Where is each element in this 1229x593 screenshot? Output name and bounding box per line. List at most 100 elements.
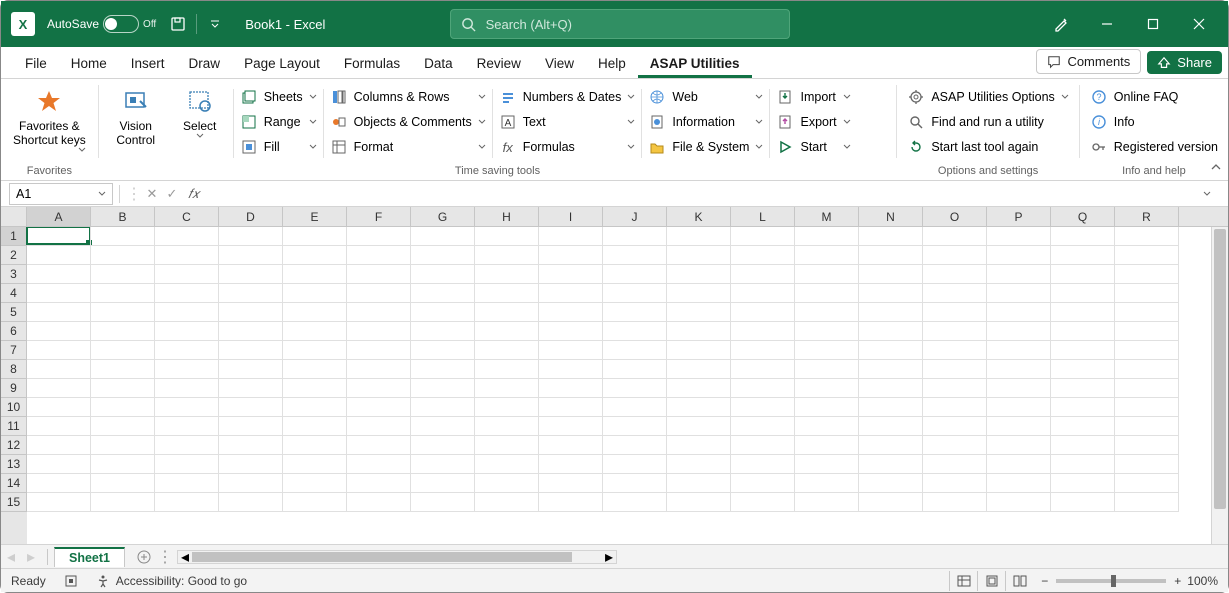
column-header[interactable]: M bbox=[795, 207, 859, 226]
comments-button[interactable]: Comments bbox=[1036, 49, 1141, 74]
close-button[interactable] bbox=[1176, 6, 1222, 42]
column-header[interactable]: G bbox=[411, 207, 475, 226]
row-header[interactable]: 5 bbox=[1, 303, 27, 322]
online-faq-button[interactable]: ?Online FAQ bbox=[1086, 85, 1222, 109]
maximize-button[interactable] bbox=[1130, 6, 1176, 42]
tab-file[interactable]: File bbox=[13, 50, 59, 78]
minimize-button[interactable] bbox=[1084, 6, 1130, 42]
tab-home[interactable]: Home bbox=[59, 50, 119, 78]
tab-data[interactable]: Data bbox=[412, 50, 465, 78]
row-header[interactable]: 2 bbox=[1, 246, 27, 265]
autosave-toggle[interactable] bbox=[103, 15, 139, 33]
asap-options-button[interactable]: ASAP Utilities Options bbox=[903, 85, 1072, 109]
export-button[interactable]: Export bbox=[772, 110, 854, 134]
name-box[interactable]: A1 bbox=[9, 183, 113, 205]
text-button[interactable]: AText bbox=[495, 110, 640, 134]
row-header[interactable]: 4 bbox=[1, 284, 27, 303]
vision-control-button[interactable]: Vision Control bbox=[105, 83, 167, 162]
tab-insert[interactable]: Insert bbox=[119, 50, 177, 78]
share-button[interactable]: Share bbox=[1147, 51, 1222, 74]
start-last-tool-button[interactable]: Start last tool again bbox=[903, 135, 1072, 159]
sheets-button[interactable]: Sheets bbox=[236, 85, 321, 109]
row-header[interactable]: 13 bbox=[1, 455, 27, 474]
horizontal-scroll-thumb[interactable] bbox=[192, 552, 572, 562]
tab-review[interactable]: Review bbox=[465, 50, 533, 78]
search-box[interactable]: Search (Alt+Q) bbox=[450, 9, 790, 39]
qat-dropdown[interactable] bbox=[201, 10, 229, 38]
tab-asap-utilities[interactable]: ASAP Utilities bbox=[638, 50, 752, 78]
column-header[interactable]: I bbox=[539, 207, 603, 226]
tab-help[interactable]: Help bbox=[586, 50, 638, 78]
import-button[interactable]: Import bbox=[772, 85, 854, 109]
fx-icon[interactable]: 𝑓𝑥 bbox=[188, 186, 199, 202]
view-page-layout-button[interactable] bbox=[977, 571, 1005, 591]
zoom-in-button[interactable]: + bbox=[1174, 574, 1181, 588]
row-header[interactable]: 15 bbox=[1, 493, 27, 512]
pen-button[interactable] bbox=[1038, 6, 1084, 42]
tab-page-layout[interactable]: Page Layout bbox=[232, 50, 332, 78]
tab-draw[interactable]: Draw bbox=[177, 50, 233, 78]
registered-version-button[interactable]: Registered version bbox=[1086, 135, 1222, 159]
sheet-nav-prev[interactable]: ◂ bbox=[1, 547, 21, 567]
find-utility-button[interactable]: Find and run a utility bbox=[903, 110, 1072, 134]
formula-input[interactable] bbox=[205, 183, 1202, 205]
select-button[interactable]: Select bbox=[169, 83, 231, 162]
cells-area[interactable] bbox=[27, 227, 1211, 544]
ribbon-collapse-button[interactable] bbox=[1210, 162, 1222, 174]
fill-button[interactable]: Fill bbox=[236, 135, 321, 159]
select-all-corner[interactable] bbox=[1, 207, 27, 226]
info-button[interactable]: iInfo bbox=[1086, 110, 1222, 134]
column-header[interactable]: E bbox=[283, 207, 347, 226]
row-header[interactable]: 12 bbox=[1, 436, 27, 455]
save-button[interactable] bbox=[164, 10, 192, 38]
vertical-scroll-thumb[interactable] bbox=[1214, 229, 1226, 509]
zoom-slider[interactable] bbox=[1056, 579, 1166, 583]
horizontal-scrollbar[interactable]: ◂ ▸ bbox=[177, 550, 617, 564]
view-page-break-button[interactable] bbox=[1005, 571, 1033, 591]
scroll-left-button[interactable]: ◂ bbox=[178, 551, 192, 563]
row-header[interactable]: 10 bbox=[1, 398, 27, 417]
column-header[interactable]: R bbox=[1115, 207, 1179, 226]
column-header[interactable]: F bbox=[347, 207, 411, 226]
column-header[interactable]: O bbox=[923, 207, 987, 226]
view-normal-button[interactable] bbox=[949, 571, 977, 591]
row-header[interactable]: 6 bbox=[1, 322, 27, 341]
row-header[interactable]: 11 bbox=[1, 417, 27, 436]
tab-formulas[interactable]: Formulas bbox=[332, 50, 412, 78]
add-sheet-button[interactable] bbox=[131, 547, 157, 567]
column-header[interactable]: D bbox=[219, 207, 283, 226]
start-button[interactable]: Start bbox=[772, 135, 854, 159]
favorites-shortcuts-button[interactable]: Favorites & Shortcut keys bbox=[7, 83, 92, 162]
column-header[interactable]: Q bbox=[1051, 207, 1115, 226]
zoom-out-button[interactable]: − bbox=[1041, 574, 1048, 588]
sheet-nav-next[interactable]: ▸ bbox=[21, 547, 41, 567]
formula-bar-expand[interactable] bbox=[1202, 189, 1222, 199]
column-header[interactable]: C bbox=[155, 207, 219, 226]
row-header[interactable]: 1 bbox=[1, 227, 27, 246]
range-button[interactable]: Range bbox=[236, 110, 321, 134]
column-header[interactable]: A bbox=[27, 207, 91, 226]
columns-rows-button[interactable]: Columns & Rows bbox=[326, 85, 490, 109]
zoom-percent[interactable]: 100% bbox=[1187, 574, 1218, 588]
cancel-formula-button[interactable]: ✕ bbox=[142, 184, 162, 204]
column-header[interactable]: H bbox=[475, 207, 539, 226]
format-button[interactable]: Format bbox=[326, 135, 490, 159]
web-button[interactable]: Web bbox=[644, 85, 767, 109]
numbers-dates-button[interactable]: Numbers & Dates bbox=[495, 85, 640, 109]
row-header[interactable]: 3 bbox=[1, 265, 27, 284]
file-system-button[interactable]: File & System bbox=[644, 135, 767, 159]
row-header[interactable]: 9 bbox=[1, 379, 27, 398]
sheet-tab-active[interactable]: Sheet1 bbox=[54, 547, 125, 567]
column-header[interactable]: P bbox=[987, 207, 1051, 226]
column-header[interactable]: L bbox=[731, 207, 795, 226]
column-header[interactable]: J bbox=[603, 207, 667, 226]
column-header[interactable]: K bbox=[667, 207, 731, 226]
column-header[interactable]: B bbox=[91, 207, 155, 226]
row-header[interactable]: 8 bbox=[1, 360, 27, 379]
objects-comments-button[interactable]: Objects & Comments bbox=[326, 110, 490, 134]
column-header[interactable]: N bbox=[859, 207, 923, 226]
enter-formula-button[interactable]: ✓ bbox=[162, 184, 182, 204]
accessibility-status[interactable]: Accessibility: Good to go bbox=[96, 574, 247, 588]
tab-view[interactable]: View bbox=[533, 50, 586, 78]
scroll-right-button[interactable]: ▸ bbox=[602, 551, 616, 563]
